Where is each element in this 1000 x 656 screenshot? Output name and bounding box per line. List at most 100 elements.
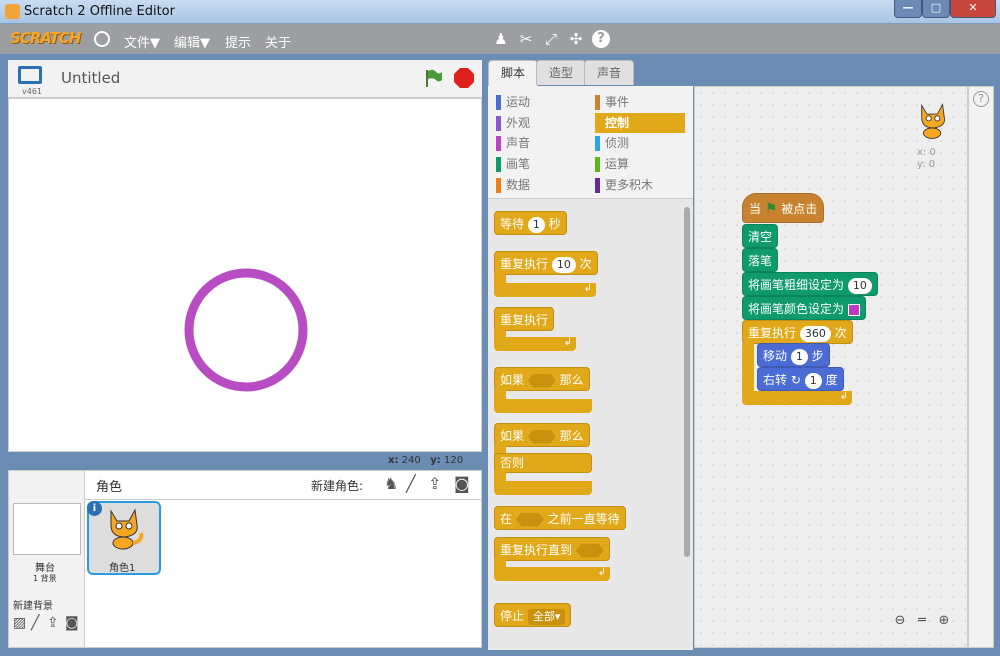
version-label: v461 — [22, 87, 43, 96]
help-icon[interactable]: ? — [592, 30, 610, 48]
sprite-x-readout: x: 0 — [917, 147, 936, 158]
tab-sounds[interactable]: 声音 — [584, 60, 634, 85]
category-looks[interactable]: 外观 — [496, 113, 530, 133]
block-when-flag-clicked[interactable]: 当 ⚑ 被点击 — [742, 193, 825, 223]
category-control[interactable]: 控制 — [595, 113, 685, 133]
rotate-right-icon: ↻ — [790, 373, 801, 387]
menu-file[interactable]: 文件▼ — [124, 32, 160, 51]
scratch-logo[interactable]: SCRATCH — [10, 29, 81, 47]
block-if-then[interactable]: 如果 那么 — [494, 367, 590, 391]
tab-scripts[interactable]: 脚本 — [488, 60, 538, 86]
block-if-end — [494, 399, 592, 413]
block-if-else-end — [494, 481, 592, 495]
block-repeat-until-end: ↲ — [494, 567, 610, 581]
zoom-out-icon[interactable]: ⊖ — [891, 613, 909, 631]
block-repeat[interactable]: 重复执行 10 次 — [494, 251, 598, 275]
maximize-button[interactable]: □ — [922, 0, 950, 18]
menu-about[interactable]: 关于 — [265, 32, 291, 51]
stage-header: v461 Untitled — [8, 60, 482, 98]
cat-sprite-icon — [110, 508, 144, 550]
backdrop-upload-icon[interactable]: ⇪ — [47, 615, 59, 631]
new-sprite-label: 新建角色: — [311, 479, 364, 493]
help-strip: ? — [968, 86, 994, 648]
tab-costumes[interactable]: 造型 — [536, 60, 586, 85]
block-help-icon[interactable]: ? — [973, 91, 989, 107]
fullscreen-icon[interactable] — [18, 66, 42, 84]
block-forever-end: ↲ — [494, 337, 576, 351]
backdrop-camera-icon[interactable]: ◙ — [65, 615, 79, 631]
category-data[interactable]: 数据 — [496, 175, 530, 195]
category-sensing[interactable]: 侦测 — [595, 133, 629, 153]
close-button[interactable]: ✕ — [950, 0, 996, 18]
block-repeat-until[interactable]: 重复执行直到 — [494, 537, 610, 561]
shrink-icon[interactable]: ✣ — [567, 30, 585, 48]
sprite-camera-icon[interactable]: ◙ — [454, 474, 470, 493]
category-sound[interactable]: 声音 — [496, 133, 530, 153]
menu-tips[interactable]: 提示 — [225, 32, 251, 51]
block-turn-right[interactable]: 右转 ↻ 1 度 — [757, 367, 844, 391]
info-icon[interactable]: i — [87, 501, 102, 516]
block-else-label: 否则 — [494, 453, 592, 473]
stage-thumbnail-column: 舞台 1 背景 新建背景 ▨ ╱ ⇪ ◙ — [9, 471, 85, 647]
stage-label: 舞台 — [35, 563, 55, 574]
script-repeat-end: ↲ — [742, 391, 852, 405]
backdrop-brush-icon[interactable]: ╱ — [31, 615, 39, 631]
title-bar: Scratch 2 Offline Editor — □ ✕ — [0, 0, 1000, 24]
category-operators[interactable]: 运算 — [595, 154, 629, 174]
grow-icon[interactable]: ⤢ — [542, 30, 560, 48]
block-wait[interactable]: 等待 1 秒 — [494, 211, 567, 235]
script-area[interactable]: x: 0 y: 0 当 ⚑ 被点击 清空 落笔 将画笔粗细设定为 10 将画笔颜… — [694, 86, 968, 648]
block-stop[interactable]: 停止 全部▾ — [494, 603, 572, 627]
globe-icon[interactable] — [94, 31, 110, 47]
block-repeat-end: ↲ — [494, 283, 596, 297]
block-wait-until[interactable]: 在 之前一直等待 — [494, 506, 626, 530]
category-motion[interactable]: 运动 — [496, 92, 530, 112]
flag-icon: ⚑ — [764, 201, 778, 217]
project-name[interactable]: Untitled — [61, 69, 120, 87]
block-palette: 等待 1 秒 重复执行 10 次 ↲ 重复执行 ↲ 如果 那么 如果 那么 否则… — [488, 198, 693, 650]
category-more-blocks[interactable]: 更多积木 — [595, 175, 653, 195]
category-pen[interactable]: 画笔 — [496, 154, 530, 174]
sprite-preview-cat-icon — [921, 103, 945, 139]
zoom-reset-icon[interactable]: ═ — [913, 613, 931, 631]
block-clear[interactable]: 清空 — [742, 224, 779, 248]
block-categories: 运动 外观 声音 画笔 数据 事件 控制 侦测 运算 更多积木 — [488, 86, 693, 198]
menu-bar: SCRATCH 文件▼ 编辑▼ 提示 关于 ♟ ✂ ⤢ ✣ ? — [0, 24, 1000, 54]
minimize-button[interactable]: — — [894, 0, 922, 18]
menu-edit[interactable]: 编辑▼ — [174, 32, 210, 51]
window-title: Scratch 2 Offline Editor — [24, 4, 175, 19]
mouse-coordinates: x: 240 y: 120 — [388, 455, 464, 466]
delete-icon[interactable]: ✂ — [517, 30, 535, 48]
sprite-library-icon[interactable]: ♞ — [384, 474, 398, 493]
sprite-pane: 舞台 1 背景 新建背景 ▨ ╱ ⇪ ◙ 角色 新建角色: ♞ ╱ ⇪ ◙ i … — [8, 470, 482, 648]
duplicate-icon[interactable]: ♟ — [492, 30, 510, 48]
block-set-pen-size[interactable]: 将画笔粗细设定为 10 — [742, 272, 878, 296]
zoom-in-icon[interactable]: ⊕ — [935, 613, 953, 631]
block-repeat-360[interactable]: 重复执行 360 次 — [742, 320, 853, 344]
stop-icon[interactable] — [454, 68, 474, 88]
backdrop-paint-icon[interactable]: ▨ — [13, 615, 26, 631]
green-flag-icon[interactable] — [423, 68, 443, 88]
block-move[interactable]: 移动 1 步 — [757, 343, 830, 367]
block-set-pen-color[interactable]: 将画笔颜色设定为 — [742, 296, 866, 320]
sprite-paint-icon[interactable]: ╱ — [406, 474, 416, 493]
category-events[interactable]: 事件 — [595, 92, 629, 112]
block-forever[interactable]: 重复执行 — [494, 307, 555, 331]
sprite-name: 角色1 — [109, 563, 136, 574]
sprite-thumbnail[interactable]: i 角色1 — [87, 501, 161, 575]
script-repeat-side — [742, 343, 754, 397]
stage-canvas[interactable] — [8, 98, 482, 452]
palette-scrollbar[interactable] — [684, 207, 690, 557]
pen-circle — [184, 268, 308, 392]
stage-thumbnail[interactable] — [13, 503, 81, 555]
block-pen-down[interactable]: 落笔 — [742, 248, 779, 272]
app-icon — [5, 4, 20, 19]
sprites-header: 角色 — [96, 480, 123, 495]
pen-color-swatch[interactable] — [847, 303, 860, 316]
sprite-y-readout: y: 0 — [917, 159, 936, 170]
block-if-else[interactable]: 如果 那么 — [494, 423, 590, 447]
sprite-upload-icon[interactable]: ⇪ — [428, 474, 441, 493]
sprite-divider — [85, 499, 481, 500]
stage-drawing — [184, 268, 308, 392]
new-backdrop-label: 新建背景 — [13, 601, 53, 612]
